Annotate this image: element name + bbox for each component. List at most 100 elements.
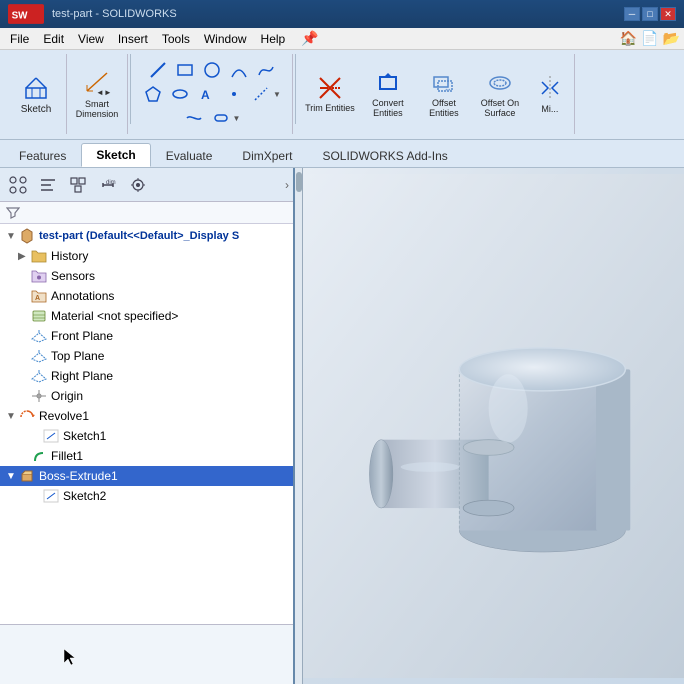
svg-text:↔: ↔ xyxy=(444,84,452,93)
annotations-label: Annotations xyxy=(51,289,114,303)
ribbon-tabs: Features Sketch Evaluate DimXpert SOLIDW… xyxy=(0,140,684,168)
cursor-icon xyxy=(62,647,76,665)
root-collapse-arrow[interactable]: ▼ xyxy=(6,231,18,242)
tree-featuremanager-button[interactable] xyxy=(4,172,32,198)
menu-tools[interactable]: Tools xyxy=(156,30,196,48)
material-icon xyxy=(30,308,48,324)
svg-text:◄►: ◄► xyxy=(96,88,111,97)
tree-expand-icon[interactable]: › xyxy=(285,178,289,192)
tree-item-sketch1[interactable]: ▶ Sketch1 xyxy=(0,426,293,446)
circle-tool-button[interactable] xyxy=(200,60,224,80)
menu-file[interactable]: File xyxy=(4,30,35,48)
tree-root-item[interactable]: ▼ test-part (Default<<Default>_Display S xyxy=(0,226,293,246)
front-plane-label: Front Plane xyxy=(51,329,113,343)
menu-help[interactable]: Help xyxy=(255,30,292,48)
menu-edit[interactable]: Edit xyxy=(37,30,70,48)
line-tool-button[interactable] xyxy=(146,60,170,80)
viewport-svg xyxy=(303,168,684,684)
polygon-tool-button[interactable] xyxy=(141,84,165,104)
maximize-button[interactable]: □ xyxy=(642,7,658,21)
offset-entities-label: Offset Entities xyxy=(420,99,468,119)
revolve1-label: Revolve1 xyxy=(39,409,89,423)
feature-tree-content: ▼ test-part (Default<<Default>_Display S… xyxy=(0,224,293,624)
tree-displaymanager-button[interactable] xyxy=(124,172,152,198)
filter-icon xyxy=(6,206,20,220)
tree-item-boss-extrude1[interactable]: ▼ Boss-Extrude1 xyxy=(0,466,293,486)
trim-entities-button[interactable]: Trim Entities xyxy=(304,64,356,124)
close-button[interactable]: ✕ xyxy=(660,7,676,21)
mirror-label: Mi... xyxy=(541,104,558,114)
offset-entities-button[interactable]: ↔ Offset Entities xyxy=(420,64,468,124)
tree-configurationmanager-button[interactable] xyxy=(64,172,92,198)
sketch1-label: Sketch1 xyxy=(63,429,106,443)
svg-text:A: A xyxy=(35,295,40,302)
feature-tree-panel: dim › xyxy=(0,168,295,684)
sketch-group: Sketch xyxy=(6,54,67,134)
tree-item-top-plane[interactable]: ▶ Top Plane xyxy=(0,346,293,366)
tree-dimetamanager-button[interactable]: dim xyxy=(94,172,122,198)
freehand-tool-button[interactable] xyxy=(182,108,206,128)
tree-item-front-plane[interactable]: ▶ Front Plane xyxy=(0,326,293,346)
new-button[interactable]: 📄 xyxy=(641,30,658,47)
toolbar-row: Sketch ◄► Smart Dimension xyxy=(0,50,684,140)
ellipse-tool-button[interactable] xyxy=(168,84,192,104)
window-title: test-part - SOLIDWORKS xyxy=(52,8,624,20)
arc-tool-button[interactable] xyxy=(227,60,251,80)
tree-item-fillet1[interactable]: ▶ Fillet1 xyxy=(0,446,293,466)
mirror-button[interactable]: Mi... xyxy=(532,64,568,124)
tree-scrollbar-thumb[interactable] xyxy=(296,172,302,192)
text-tool-button[interactable]: A xyxy=(195,84,219,104)
slot-tool-button[interactable]: ▼ xyxy=(209,108,244,128)
tree-item-material[interactable]: ▶ Material <not specified> xyxy=(0,306,293,326)
menu-bar: File Edit View Insert Tools Window Help … xyxy=(0,28,684,50)
point-tool-button[interactable] xyxy=(222,84,246,104)
revolve1-arrow[interactable]: ▼ xyxy=(6,411,18,422)
tree-item-right-plane[interactable]: ▶ Right Plane xyxy=(0,366,293,386)
tree-scrollbar[interactable] xyxy=(295,168,303,684)
tree-item-revolve1[interactable]: ▼ Revolve1 xyxy=(0,406,293,426)
tab-dimxpert[interactable]: DimXpert xyxy=(227,144,307,167)
tree-item-origin[interactable]: ▶ Origin xyxy=(0,386,293,406)
trim-entities-label: Trim Entities xyxy=(305,104,355,114)
sketch-icon xyxy=(22,74,50,102)
sketch1-icon xyxy=(42,428,60,444)
menu-window[interactable]: Window xyxy=(198,30,253,48)
smart-dim-group: ◄► Smart Dimension xyxy=(67,54,128,134)
offset-entities-icon: ↔ xyxy=(430,69,458,97)
top-plane-label: Top Plane xyxy=(51,349,104,363)
tree-item-sketch2[interactable]: ▶ Sketch2 xyxy=(0,486,293,506)
trim-entities-icon xyxy=(316,74,344,102)
tab-addins[interactable]: SOLIDWORKS Add-Ins xyxy=(307,144,462,167)
tree-item-history[interactable]: ▶ History xyxy=(0,246,293,266)
smart-dimension-button[interactable]: ◄► Smart Dimension xyxy=(73,64,121,124)
tab-sketch[interactable]: Sketch xyxy=(81,143,150,167)
menu-insert[interactable]: Insert xyxy=(112,30,154,48)
smart-dim-label: Smart Dimension xyxy=(73,99,121,119)
convert-entities-button[interactable]: Convert Entities xyxy=(362,64,414,124)
viewport[interactable] xyxy=(303,168,684,684)
home-button[interactable]: 🏠 xyxy=(620,30,637,47)
smart-dim-icon: ◄► xyxy=(83,69,111,97)
offset-tool-button[interactable]: ▼ xyxy=(249,84,284,104)
svg-text:SW: SW xyxy=(12,11,29,22)
spline-tool-button[interactable] xyxy=(254,60,278,80)
pin-button[interactable]: 📌 xyxy=(301,30,318,47)
history-arrow[interactable]: ▶ xyxy=(18,251,30,262)
sketch-button[interactable]: Sketch xyxy=(12,64,60,124)
tab-evaluate[interactable]: Evaluate xyxy=(151,144,228,167)
menu-view[interactable]: View xyxy=(72,30,110,48)
offset-on-surface-button[interactable]: Offset On Surface xyxy=(474,64,526,124)
mirror-icon xyxy=(536,74,564,102)
tab-features[interactable]: Features xyxy=(4,144,81,167)
modify-tools-group: Trim Entities Convert Entities xyxy=(298,54,575,134)
rectangle-tool-button[interactable] xyxy=(173,60,197,80)
title-bar: SW test-part - SOLIDWORKS ─ □ ✕ xyxy=(0,0,684,28)
sketch2-label: Sketch2 xyxy=(63,489,106,503)
tree-propertymanager-button[interactable] xyxy=(34,172,62,198)
convert-entities-label: Convert Entities xyxy=(362,99,414,119)
tree-item-annotations[interactable]: ▶ A Annotations xyxy=(0,286,293,306)
tree-item-sensors[interactable]: ▶ Sensors xyxy=(0,266,293,286)
minimize-button[interactable]: ─ xyxy=(624,7,640,21)
open-button[interactable]: 📂 xyxy=(663,30,680,47)
extrude1-arrow[interactable]: ▼ xyxy=(6,471,18,482)
